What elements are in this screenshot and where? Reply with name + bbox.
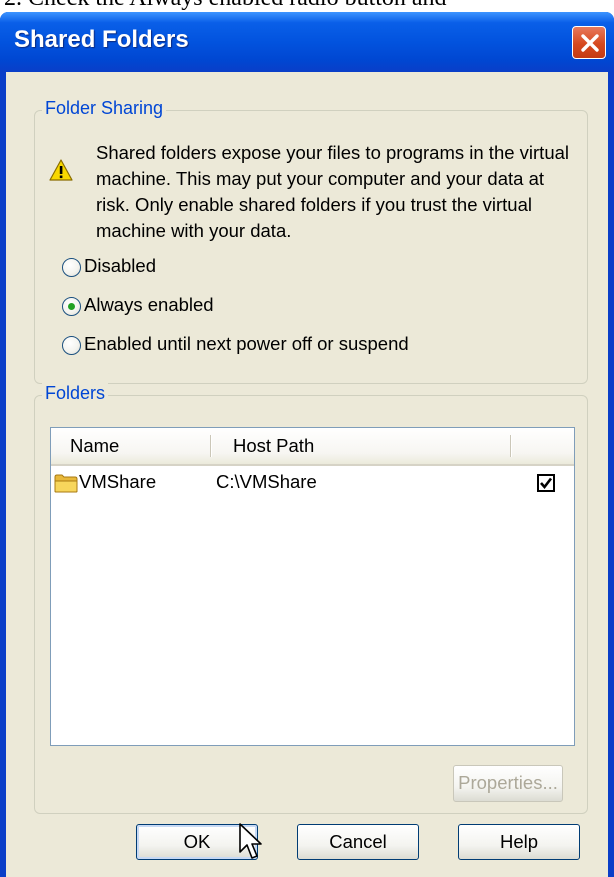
help-button[interactable]: Help	[458, 824, 580, 860]
folder-sharing-group: Folder Sharing Shared folders expose you…	[34, 98, 588, 384]
title-bar[interactable]: Shared Folders	[0, 12, 614, 72]
radio-button[interactable]	[62, 297, 81, 316]
folders-label: Folders	[42, 383, 109, 404]
folder-host-path: C:\VMShare	[216, 471, 317, 492]
column-header-name[interactable]: Name	[70, 428, 119, 464]
folder-icon	[54, 474, 78, 493]
list-item[interactable]: VMShare C:\VMShare	[51, 468, 574, 498]
checkmark-icon	[540, 477, 553, 490]
radio-button[interactable]	[62, 336, 81, 355]
cancel-button[interactable]: Cancel	[297, 824, 419, 860]
close-button[interactable]	[572, 26, 606, 59]
radio-selected-dot	[68, 303, 75, 310]
radio-label: Disabled	[84, 255, 156, 276]
window-title: Shared Folders	[14, 26, 189, 53]
properties-button[interactable]: Properties...	[453, 765, 563, 802]
column-header-host-path[interactable]: Host Path	[233, 428, 314, 464]
warning-message: Shared folders expose your files to prog…	[96, 142, 570, 241]
shared-folders-dialog: Shared Folders Folder Sharing Shared fol…	[0, 12, 614, 877]
folders-group: Folders Name Host Path VMShare C:\VMShar…	[34, 383, 588, 814]
folders-list[interactable]: Name Host Path VMShare C:\VMShare	[50, 427, 575, 746]
warning-icon	[49, 159, 73, 181]
column-divider[interactable]	[510, 435, 512, 457]
folder-sharing-label: Folder Sharing	[42, 98, 167, 119]
mouse-cursor-icon	[239, 823, 262, 859]
folder-name: VMShare	[79, 471, 157, 492]
radio-button[interactable]	[62, 258, 81, 277]
column-divider[interactable]	[210, 435, 212, 457]
close-icon	[581, 34, 599, 52]
dialog-client-area: Folder Sharing Shared folders expose you…	[6, 72, 608, 877]
radio-label: Enabled until next power off or suspend	[84, 333, 409, 354]
list-header: Name Host Path	[51, 428, 574, 466]
instruction-caption: 2. Check the Always enabled radio button…	[4, 0, 447, 12]
enabled-checkbox[interactable]	[537, 474, 555, 492]
radio-label: Always enabled	[84, 294, 214, 315]
